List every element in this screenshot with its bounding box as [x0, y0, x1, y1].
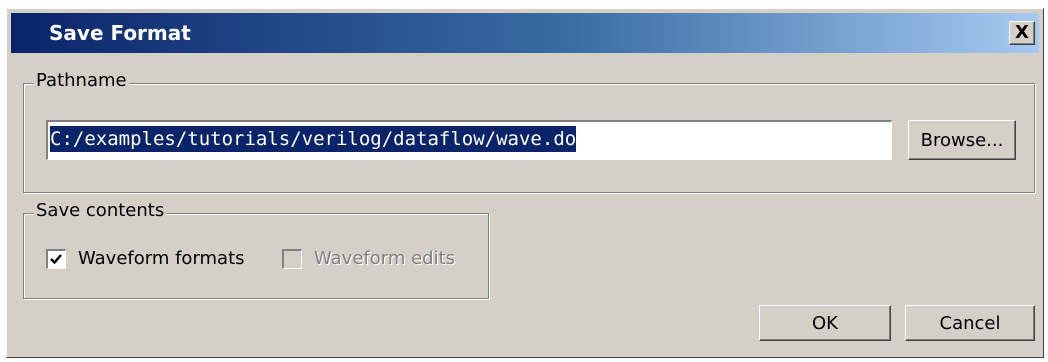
close-button[interactable]: X — [1009, 21, 1035, 45]
pathname-group: Pathname C:/examples/tutorials/verilog/d… — [23, 70, 1035, 193]
waveform-edits-checkbox[interactable] — [282, 248, 302, 269]
pathname-selected-text: C:/examples/tutorials/verilog/dataflow/w… — [50, 126, 577, 152]
title-bar[interactable]: Save Format X — [11, 13, 1039, 53]
browse-button[interactable]: Browse... — [908, 120, 1016, 160]
waveform-formats-option[interactable]: Waveform formats — [46, 248, 245, 269]
waveform-formats-checkbox[interactable] — [46, 248, 66, 269]
waveform-formats-label: Waveform formats — [78, 248, 245, 269]
close-icon: X — [1015, 22, 1029, 43]
cancel-button[interactable]: Cancel — [905, 305, 1035, 341]
save-format-dialog: Save Format X Pathname C:/examples/tutor… — [6, 8, 1044, 358]
waveform-edits-label: Waveform edits — [314, 248, 456, 269]
waveform-edits-option[interactable]: Waveform edits — [282, 248, 455, 269]
dialog-title: Save Format — [49, 21, 191, 45]
save-contents-group-label: Save contents — [34, 200, 167, 221]
ok-button[interactable]: OK — [759, 305, 891, 341]
pathname-input[interactable]: C:/examples/tutorials/verilog/dataflow/w… — [46, 120, 892, 160]
checkmark-icon — [50, 253, 62, 264]
save-contents-group: Save contents Waveform formats Waveform … — [23, 200, 489, 299]
pathname-group-label: Pathname — [34, 70, 129, 91]
